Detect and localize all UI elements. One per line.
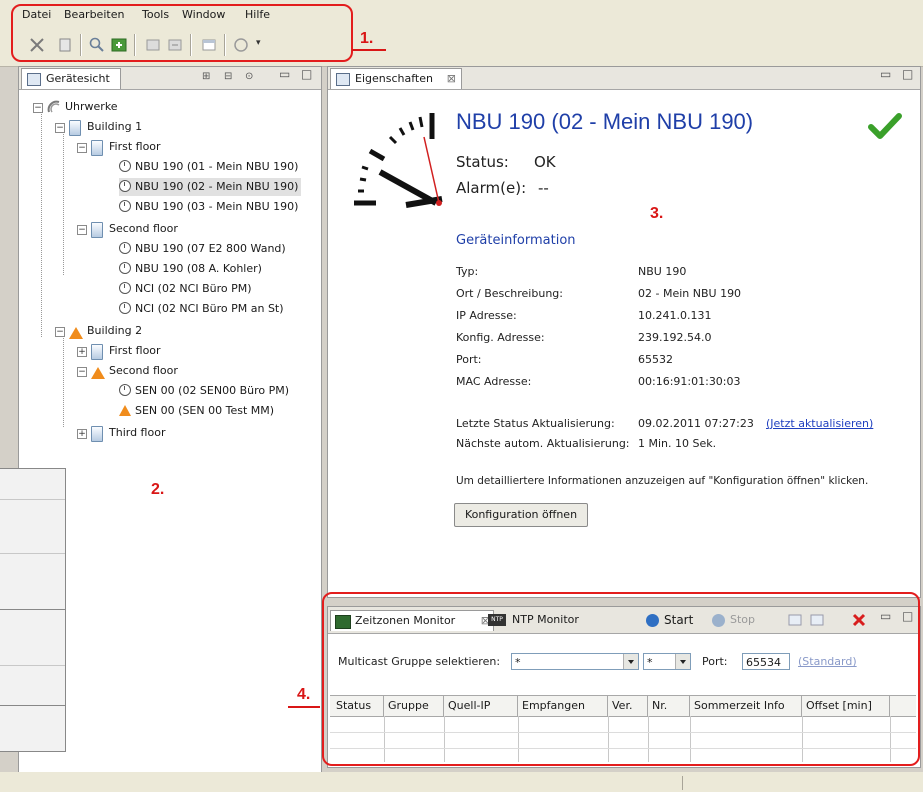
warning-icon bbox=[119, 405, 131, 416]
tree-label: Third floor bbox=[109, 426, 166, 439]
warning-icon bbox=[91, 367, 105, 379]
tree-label: Building 2 bbox=[87, 324, 143, 337]
annotation-box-1 bbox=[11, 4, 353, 62]
clock-icon bbox=[119, 180, 131, 192]
link-icon[interactable]: ⊙ bbox=[245, 71, 253, 82]
expand-all-icon[interactable]: ⊞ bbox=[202, 71, 210, 82]
info-key: MAC Adresse: bbox=[456, 375, 532, 388]
tree-clock-item[interactable]: NCI (02 NCI Büro PM) bbox=[119, 280, 252, 298]
tree-label: NBU 190 (07 E2 800 Wand) bbox=[135, 242, 286, 255]
tree-label: NCI (02 NCI Büro PM) bbox=[135, 282, 252, 295]
info-value: 00:16:91:01:30:03 bbox=[638, 375, 741, 388]
tree-label: NBU 190 (08 A. Kohler) bbox=[135, 262, 262, 275]
tree-label: NBU 190 (01 - Mein NBU 190) bbox=[135, 160, 299, 173]
info-value: 65532 bbox=[638, 353, 673, 366]
floor-icon bbox=[91, 426, 103, 442]
station-clock-icon bbox=[354, 113, 443, 208]
tree-label: NBU 190 (03 - Mein NBU 190) bbox=[135, 200, 299, 213]
tree-clock-item-selected[interactable]: NBU 190 (02 - Mein NBU 190) bbox=[119, 178, 302, 196]
next-update-label: Nächste autom. Aktualisierung: bbox=[456, 437, 630, 450]
last-update-label: Letzte Status Aktualisierung: bbox=[456, 417, 615, 430]
clock-icon bbox=[119, 160, 131, 172]
building-icon bbox=[69, 120, 81, 136]
tree-label: Second floor bbox=[109, 222, 178, 235]
maximize-icon[interactable]: □ bbox=[902, 67, 913, 81]
clock-icon bbox=[119, 384, 131, 396]
tree-clock-item-warning[interactable]: SEN 00 (SEN 00 Test MM) bbox=[119, 402, 274, 420]
tree-label: First floor bbox=[109, 344, 161, 357]
tab-label: Eigenschaften bbox=[355, 72, 433, 85]
properties-tab-icon bbox=[336, 73, 350, 86]
info-key: Ort / Beschreibung: bbox=[456, 287, 563, 300]
info-key: IP Adresse: bbox=[456, 309, 517, 322]
collapse-all-icon[interactable]: ⊟ bbox=[224, 71, 232, 82]
annotation-box-4 bbox=[322, 592, 920, 766]
tree-clock-item[interactable]: NBU 190 (01 - Mein NBU 190) bbox=[119, 158, 298, 176]
clock-icon bbox=[119, 302, 131, 314]
background-dialog bbox=[0, 468, 66, 752]
status-bar bbox=[0, 772, 923, 792]
tree-clock-item[interactable]: NCI (02 NCI Büro PM an St) bbox=[119, 300, 284, 318]
tree-label: First floor bbox=[109, 140, 161, 153]
floor-icon bbox=[91, 222, 103, 238]
tree-label: NCI (02 NCI Büro PM an St) bbox=[135, 302, 284, 315]
close-icon[interactable]: ⊠ bbox=[447, 69, 456, 89]
warning-icon bbox=[69, 327, 83, 339]
tab-label: Gerätesicht bbox=[46, 72, 110, 85]
alarm-value: -- bbox=[538, 179, 549, 197]
maximize-icon[interactable]: □ bbox=[301, 67, 312, 81]
tab-geraetesicht[interactable]: Gerätesicht bbox=[21, 68, 121, 89]
last-update-value: 09.02.2011 07:27:23 bbox=[638, 417, 754, 430]
clock-icon bbox=[119, 262, 131, 274]
update-now-link[interactable]: (Jetzt aktualisieren) bbox=[766, 417, 873, 430]
clock-icon bbox=[119, 282, 131, 294]
clockwork-icon bbox=[47, 100, 61, 114]
annotation-label-1: 1. bbox=[360, 30, 374, 47]
hint-text: Um detailliertere Informationen anzuzeig… bbox=[456, 475, 869, 487]
status-value: OK bbox=[534, 153, 556, 171]
clock-icon bbox=[119, 242, 131, 254]
device-view-icon bbox=[27, 73, 41, 86]
tree-label: Building 1 bbox=[87, 120, 143, 133]
minimize-icon[interactable]: ▭ bbox=[279, 67, 290, 81]
info-value: NBU 190 bbox=[638, 265, 687, 278]
alarm-label: Alarm(e): bbox=[456, 179, 527, 197]
status-label: Status: bbox=[456, 153, 509, 171]
floor-icon bbox=[91, 140, 103, 156]
tree-label: Second floor bbox=[109, 364, 178, 377]
next-update-value: 1 Min. 10 Sek. bbox=[638, 437, 717, 450]
tree-clock-item[interactable]: NBU 190 (08 A. Kohler) bbox=[119, 260, 262, 278]
annotation-label-3: 3. bbox=[650, 205, 664, 222]
annotation-label-2: 2. bbox=[151, 481, 165, 498]
clock-icon bbox=[119, 200, 131, 212]
properties-panel: Eigenschaften ⊠ ▭ □ NBU 190 (02 - Mein N… bbox=[327, 66, 921, 598]
tree-clock-item[interactable]: SEN 00 (02 SEN00 Büro PM) bbox=[119, 382, 289, 400]
device-title: NBU 190 (02 - Mein NBU 190) bbox=[456, 109, 754, 134]
section-title: Geräteinformation bbox=[456, 233, 576, 248]
tree-label: Uhrwerke bbox=[65, 100, 118, 113]
annotation-label-4: 4. bbox=[297, 686, 311, 703]
info-key: Konfig. Adresse: bbox=[456, 331, 545, 344]
tree-clock-item[interactable]: NBU 190 (03 - Mein NBU 190) bbox=[119, 198, 298, 216]
info-value: 239.192.54.0 bbox=[638, 331, 712, 344]
info-value: 02 - Mein NBU 190 bbox=[638, 287, 742, 300]
tree-label: NBU 190 (02 - Mein NBU 190) bbox=[135, 180, 299, 193]
tab-eigenschaften[interactable]: Eigenschaften ⊠ bbox=[330, 68, 462, 89]
floor-icon bbox=[91, 344, 103, 360]
open-config-button[interactable]: Konfiguration öffnen bbox=[454, 503, 588, 527]
info-key: Typ: bbox=[456, 265, 479, 278]
info-value: 10.241.0.131 bbox=[638, 309, 712, 322]
tree-label: SEN 00 (SEN 00 Test MM) bbox=[135, 404, 275, 417]
tree-clock-item[interactable]: NBU 190 (07 E2 800 Wand) bbox=[119, 240, 286, 258]
ok-check-icon bbox=[868, 113, 902, 139]
minimize-icon[interactable]: ▭ bbox=[880, 67, 891, 81]
tree-label: SEN 00 (02 SEN00 Büro PM) bbox=[135, 384, 290, 397]
info-key: Port: bbox=[456, 353, 482, 366]
